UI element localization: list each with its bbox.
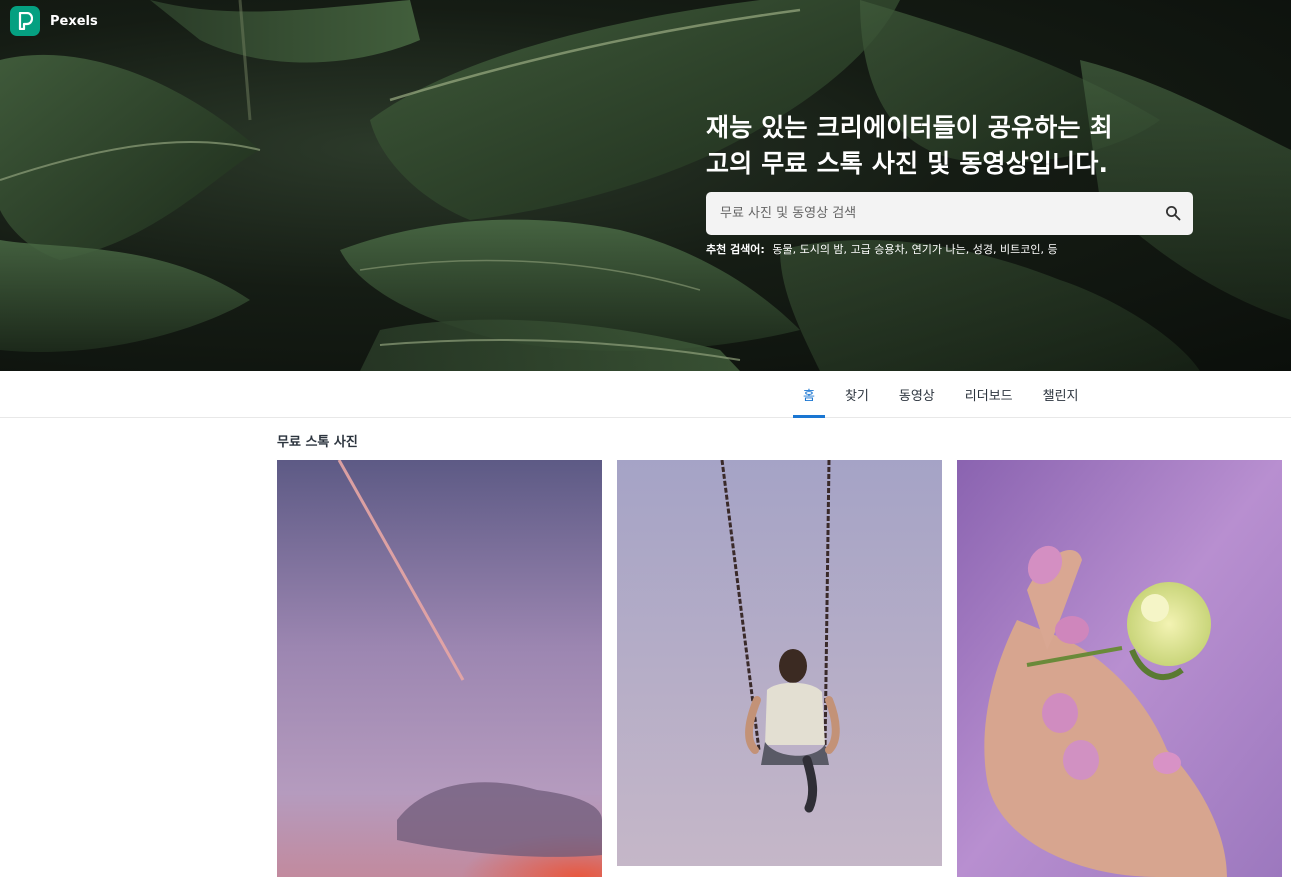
search-button[interactable] xyxy=(1163,203,1183,223)
tab-leaderboard[interactable]: 리더보드 xyxy=(955,371,1023,418)
suggestion-link[interactable]: 연기가 나는, xyxy=(912,243,970,256)
search-suggestions: 추천 검색어: 동물, 도시의 밤, 고급 승용차, 연기가 나는, 성경, 비… xyxy=(706,241,1196,257)
photo-card[interactable] xyxy=(277,460,602,877)
suggestion-link[interactable]: 성경, xyxy=(973,243,997,256)
hero-title-line2: 고의 무료 스톡 사진 및 동영상입니다. xyxy=(706,149,1109,178)
nav-tabs-bar: 홈 찾기 동영상 리더보드 챌린지 xyxy=(0,371,1291,418)
photo-hand-with-flower xyxy=(957,460,1282,877)
suggestion-link[interactable]: 도시의 밤, xyxy=(800,243,847,256)
hero-content: 재능 있는 크리에이터들이 공유하는 최 고의 무료 스톡 사진 및 동영상입니… xyxy=(706,110,1196,257)
suggestion-link[interactable]: 비트코인, xyxy=(1000,243,1044,256)
tab-home[interactable]: 홈 xyxy=(793,371,825,418)
brand-name: Pexels xyxy=(50,13,98,29)
suggestion-link[interactable]: 등 xyxy=(1047,243,1057,256)
suggestion-link[interactable]: 동물, xyxy=(772,243,796,256)
photo-sky-contrail xyxy=(277,460,602,877)
nav-tabs: 홈 찾기 동영상 리더보드 챌린지 xyxy=(793,371,1099,418)
search-box xyxy=(706,192,1193,235)
suggestion-link[interactable]: 고급 승용차, xyxy=(851,243,909,256)
tab-videos[interactable]: 동영상 xyxy=(889,371,945,418)
hero-title-line1: 재능 있는 크리에이터들이 공유하는 최 xyxy=(706,113,1113,142)
hero-title: 재능 있는 크리에이터들이 공유하는 최 고의 무료 스톡 사진 및 동영상입니… xyxy=(706,110,1196,182)
hero-banner: Pexels 재능 있는 크리에이터들이 공유하는 최 고의 무료 스톡 사진 … xyxy=(0,0,1291,371)
pexels-logo-icon xyxy=(10,6,40,36)
photo-girl-on-swing xyxy=(617,460,942,866)
photo-card[interactable] xyxy=(617,460,942,866)
search-icon xyxy=(1166,206,1181,221)
photo-card[interactable] xyxy=(957,460,1282,877)
tab-discover[interactable]: 찾기 xyxy=(835,371,879,418)
search-input[interactable] xyxy=(706,192,1146,235)
pexels-logo[interactable]: Pexels xyxy=(10,6,98,36)
suggestions-label: 추천 검색어: xyxy=(706,243,765,256)
tab-challenges[interactable]: 챌린지 xyxy=(1033,371,1089,418)
section-title: 무료 스톡 사진 xyxy=(277,435,358,450)
